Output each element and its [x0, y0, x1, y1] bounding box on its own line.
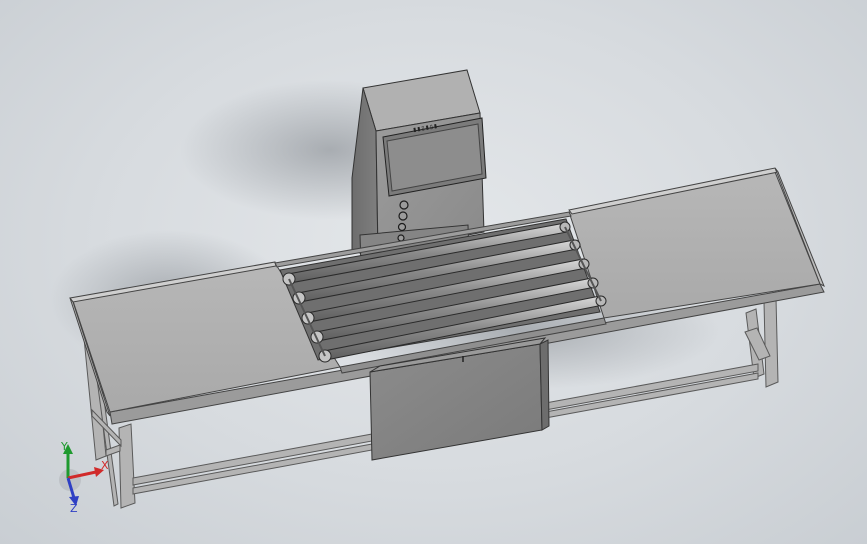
x-axis-label: X	[101, 459, 109, 472]
control-button-1[interactable]	[399, 200, 409, 210]
coordinate-triad: X Y Z	[44, 436, 116, 520]
z-axis-label: Z	[70, 502, 78, 515]
cad-graphics-viewport[interactable]: ▮▮▯▮▯▮ X Y Z	[0, 0, 867, 544]
y-axis-label: Y	[61, 440, 68, 453]
control-button-2[interactable]	[398, 211, 408, 221]
triad-axes	[59, 444, 104, 506]
control-button-3[interactable]	[397, 222, 407, 232]
control-button-4[interactable]	[397, 234, 405, 242]
conveyor-3d-model[interactable]: ▮▮▯▮▯▮	[0, 0, 867, 544]
